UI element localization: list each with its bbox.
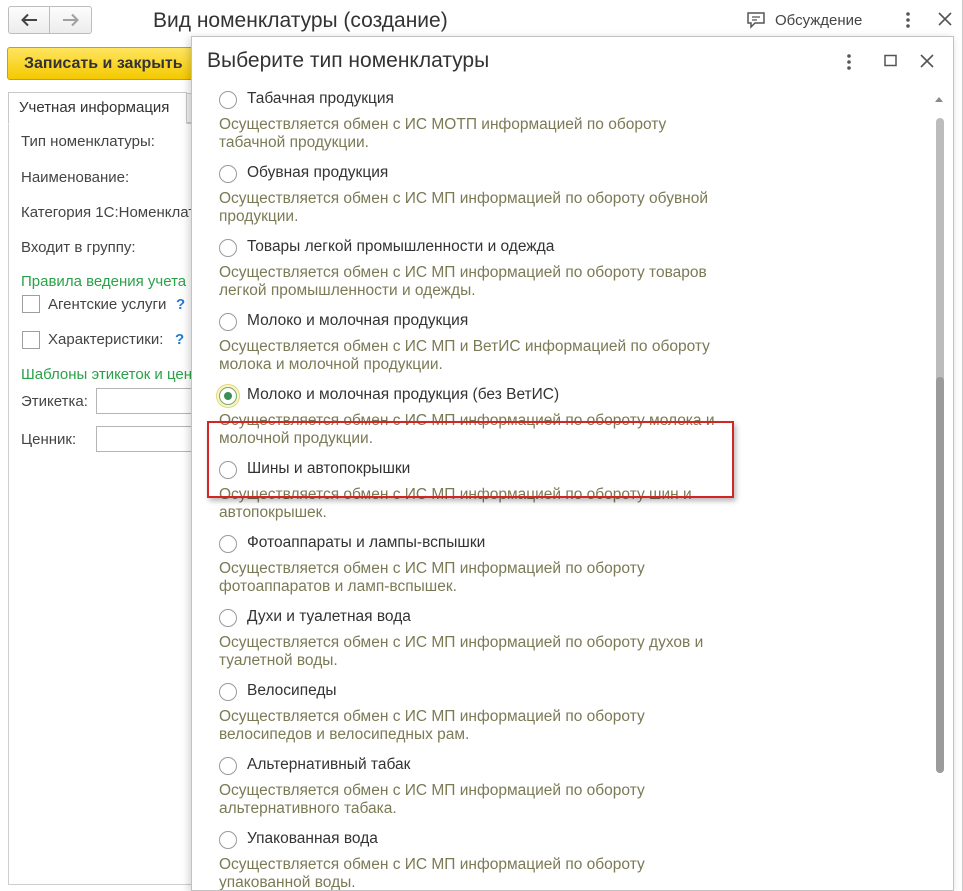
option-milk-no-vetis[interactable]: Молоко и молочная продукция (без ВетИС) … bbox=[192, 384, 927, 458]
close-icon bbox=[938, 12, 952, 26]
option-alt-tobacco[interactable]: Альтернативный табак Осуществляется обме… bbox=[192, 754, 927, 828]
radio-button-selected[interactable] bbox=[219, 387, 237, 405]
save-and-close-button[interactable]: Записать и закрыть bbox=[7, 47, 212, 80]
option-description: Осуществляется обмен с ИС МП информацией… bbox=[219, 264, 707, 299]
back-arrow-icon bbox=[21, 13, 37, 27]
option-bicycles[interactable]: Велосипеды Осуществляется обмен с ИС МП … bbox=[192, 680, 927, 754]
radio-button[interactable] bbox=[219, 683, 237, 701]
radio-button[interactable] bbox=[219, 239, 237, 257]
characteristics-help-icon[interactable]: ? bbox=[175, 331, 184, 348]
label-input[interactable] bbox=[96, 388, 206, 414]
forward-arrow-icon bbox=[62, 13, 79, 27]
screen: Вид номенклатуры (создание) Обсуждение З… bbox=[0, 0, 963, 891]
dialog-scrollbar[interactable] bbox=[933, 95, 947, 890]
option-description: Осуществляется обмен с ИС МП информацией… bbox=[219, 190, 709, 225]
discussion-label: Обсуждение bbox=[775, 11, 863, 29]
characteristics-label: Характеристики: bbox=[48, 331, 164, 348]
option-tobacco[interactable]: Табачная продукция Осуществляется обмен … bbox=[192, 88, 927, 162]
scroll-up-arrow-icon[interactable] bbox=[935, 97, 943, 102]
option-tires[interactable]: Шины и автопокрышки Осуществляется обмен… bbox=[192, 458, 927, 532]
option-perfume[interactable]: Духи и туалетная вода Осуществляется обм… bbox=[192, 606, 927, 680]
radio-button[interactable] bbox=[219, 461, 237, 479]
chat-icon bbox=[747, 12, 765, 29]
maximize-icon bbox=[884, 54, 897, 67]
window-more-button[interactable] bbox=[905, 12, 911, 33]
field-group-label: Входит в группу: bbox=[21, 239, 136, 256]
dialog-more-button[interactable] bbox=[846, 54, 852, 75]
option-description: Осуществляется обмен с ИС МП информацией… bbox=[219, 856, 645, 891]
window-close-button[interactable] bbox=[938, 12, 952, 31]
option-label: Духи и туалетная вода bbox=[247, 608, 411, 625]
radio-button[interactable] bbox=[219, 609, 237, 627]
radio-button[interactable] bbox=[219, 535, 237, 553]
option-packaged-water[interactable]: Упакованная вода Осуществляется обмен с … bbox=[192, 828, 927, 891]
option-shoes[interactable]: Обувная продукция Осуществляется обмен с… bbox=[192, 162, 927, 236]
radio-button[interactable] bbox=[219, 757, 237, 775]
discussion-button[interactable]: Обсуждение bbox=[746, 11, 862, 29]
price-tag-input[interactable] bbox=[96, 426, 206, 452]
option-light-industry[interactable]: Товары легкой промышленности и одежда Ос… bbox=[192, 236, 927, 310]
forward-button[interactable] bbox=[50, 6, 92, 34]
option-label: Фотоаппараты и лампы-вспышки bbox=[247, 534, 486, 551]
option-description: Осуществляется обмен с ИС МОТП информаци… bbox=[219, 116, 667, 151]
field-name-label: Наименование: bbox=[21, 169, 130, 186]
option-milk[interactable]: Молоко и молочная продукция Осуществляет… bbox=[192, 310, 927, 384]
option-description: Осуществляется обмен с ИС МП и ВетИС инф… bbox=[219, 338, 710, 373]
radio-button[interactable] bbox=[219, 165, 237, 183]
back-button[interactable] bbox=[8, 6, 50, 34]
form-panel bbox=[8, 123, 198, 885]
item-type-options-list: Табачная продукция Осуществляется обмен … bbox=[192, 84, 927, 891]
field-category-label: Категория 1С:Номенклатура bbox=[21, 204, 220, 221]
radio-button[interactable] bbox=[219, 313, 237, 331]
label-field-label: Этикетка: bbox=[21, 393, 88, 410]
dialog-close-button[interactable] bbox=[920, 54, 934, 73]
radio-button[interactable] bbox=[219, 831, 237, 849]
option-label: Велосипеды bbox=[247, 682, 337, 699]
characteristics-checkbox[interactable] bbox=[22, 331, 40, 349]
tab-accounting-info[interactable]: Учетная информация bbox=[8, 92, 187, 124]
option-label: Товары легкой промышленности и одежда bbox=[247, 238, 555, 255]
scrollbar-thumb[interactable] bbox=[936, 377, 944, 773]
window-title: Вид номенклатуры (создание) bbox=[153, 9, 448, 32]
more-vertical-icon bbox=[847, 54, 851, 70]
close-icon bbox=[920, 54, 934, 68]
option-description: Осуществляется обмен с ИС МП информацией… bbox=[219, 782, 645, 817]
option-label: Шины и автопокрышки bbox=[247, 460, 411, 477]
field-type-label: Тип номенклатуры: bbox=[21, 133, 155, 150]
price-tag-field-label: Ценник: bbox=[21, 431, 77, 448]
dialog-title: Выберите тип номенклатуры bbox=[207, 49, 490, 72]
option-label: Молоко и молочная продукция (без ВетИС) bbox=[247, 386, 560, 403]
option-description: Осуществляется обмен с ИС МП информацией… bbox=[219, 560, 645, 595]
option-label: Обувная продукция bbox=[247, 164, 389, 181]
select-item-type-dialog: Выберите тип номенклатуры Табачная проду… bbox=[191, 36, 954, 891]
option-label: Молоко и молочная продукция bbox=[247, 312, 469, 329]
dialog-maximize-button[interactable] bbox=[884, 54, 897, 72]
option-label: Табачная продукция bbox=[247, 90, 394, 107]
option-label: Упакованная вода bbox=[247, 830, 378, 847]
option-cameras[interactable]: Фотоаппараты и лампы-вспышки Осуществляе… bbox=[192, 532, 927, 606]
option-description: Осуществляется обмен с ИС МП информацией… bbox=[219, 708, 645, 743]
section-rules-heading: Правила ведения учета bbox=[21, 273, 187, 290]
agent-services-help-icon[interactable]: ? bbox=[176, 296, 185, 313]
agent-services-checkbox[interactable] bbox=[22, 295, 40, 313]
option-label: Альтернативный табак bbox=[247, 756, 411, 773]
more-vertical-icon bbox=[906, 12, 910, 28]
option-description: Осуществляется обмен с ИС МП информацией… bbox=[219, 634, 704, 669]
radio-button[interactable] bbox=[219, 91, 237, 109]
option-description: Осуществляется обмен с ИС МП информацией… bbox=[219, 486, 692, 521]
option-description: Осуществляется обмен с ИС МП информацией… bbox=[219, 412, 715, 447]
agent-services-label: Агентские услуги bbox=[48, 296, 167, 313]
